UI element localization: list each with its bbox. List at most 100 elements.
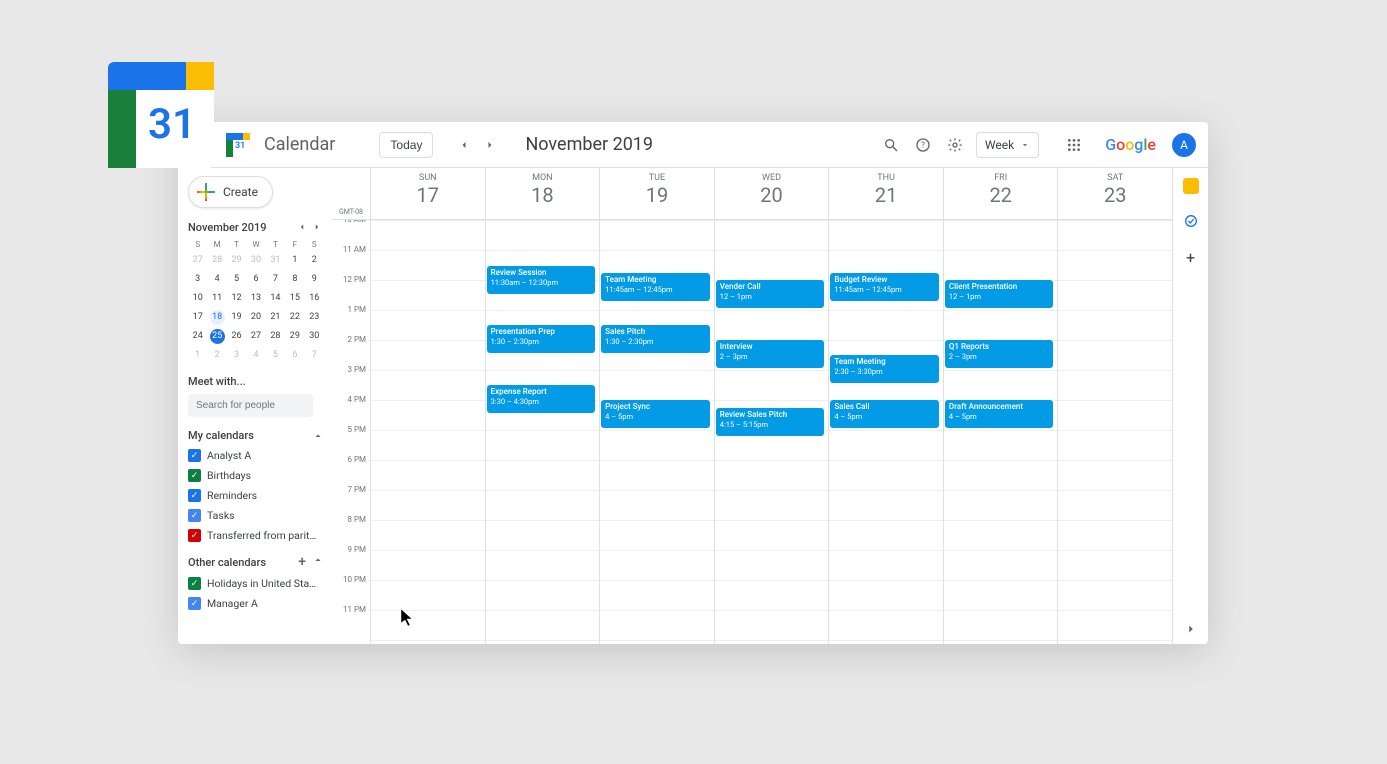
calendar-event[interactable]: Project Sync4 – 5pm xyxy=(601,400,710,428)
mini-day-cell[interactable]: 14 xyxy=(268,291,283,306)
prev-period-button[interactable] xyxy=(453,134,475,156)
settings-gear-icon[interactable] xyxy=(944,134,966,156)
mini-day-cell[interactable]: 7 xyxy=(307,348,322,363)
calendar-event[interactable]: Budget Review11:45am – 12:45pm xyxy=(830,273,939,301)
collapse-my-calendars-icon[interactable] xyxy=(312,430,324,442)
add-other-calendar-icon[interactable]: + xyxy=(298,554,306,570)
mini-day-cell[interactable]: 26 xyxy=(229,329,244,344)
calendar-checkbox[interactable]: ✓ xyxy=(188,489,201,502)
mini-day-cell[interactable]: 28 xyxy=(268,329,283,344)
search-people-input[interactable] xyxy=(188,394,313,417)
mini-day-cell[interactable]: 5 xyxy=(268,348,283,363)
mini-day-cell[interactable]: 15 xyxy=(287,291,302,306)
day-header[interactable]: MON18 xyxy=(485,168,600,219)
collapse-rail-icon[interactable] xyxy=(1184,622,1198,636)
calendar-event[interactable]: Expense Report3:30 – 4:30pm xyxy=(487,385,596,413)
calendar-event[interactable]: Draft Announcement4 – 5pm xyxy=(945,400,1054,428)
mini-day-cell[interactable]: 3 xyxy=(229,348,244,363)
calendar-item[interactable]: ✓Manager A xyxy=(188,597,324,610)
mini-day-cell[interactable]: 1 xyxy=(287,253,302,268)
apps-grid-icon[interactable] xyxy=(1063,134,1085,156)
day-column[interactable]: Team Meeting11:45am – 12:45pm Sales Pitch… xyxy=(599,220,714,644)
mini-day-cell[interactable]: 28 xyxy=(210,253,225,268)
help-icon[interactable]: ? xyxy=(912,134,934,156)
mini-day-cell[interactable]: 29 xyxy=(229,253,244,268)
mini-day-cell[interactable]: 8 xyxy=(287,272,302,287)
calendar-item[interactable]: ✓Analyst A xyxy=(188,449,324,462)
calendar-event[interactable]: Sales Call4 – 5pm xyxy=(830,400,939,428)
mini-day-cell[interactable]: 31 xyxy=(268,253,283,268)
mini-day-cell[interactable]: 20 xyxy=(248,310,263,325)
mini-day-cell[interactable]: 11 xyxy=(210,291,225,306)
next-period-button[interactable] xyxy=(479,134,501,156)
mini-day-cell[interactable]: 3 xyxy=(190,272,205,287)
keep-icon[interactable] xyxy=(1183,178,1199,194)
day-column[interactable]: Review Session11:30am – 12:30pm Presentat… xyxy=(485,220,600,644)
mini-day-cell[interactable]: 21 xyxy=(268,310,283,325)
view-selector[interactable]: Week xyxy=(976,132,1039,158)
mini-day-cell[interactable]: 25 xyxy=(210,329,225,344)
calendar-item[interactable]: ✓Tasks xyxy=(188,509,324,522)
calendar-event[interactable]: Review Session11:30am – 12:30pm xyxy=(487,266,596,294)
mini-day-cell[interactable]: 24 xyxy=(190,329,205,344)
day-column[interactable]: Client Presentation12 – 1pm Q1 Reports2 –… xyxy=(943,220,1058,644)
mini-day-cell[interactable]: 22 xyxy=(287,310,302,325)
create-button[interactable]: Create xyxy=(188,176,273,208)
calendar-item[interactable]: ✓Holidays in United States xyxy=(188,577,324,590)
tasks-icon[interactable] xyxy=(1182,212,1200,230)
calendar-checkbox[interactable]: ✓ xyxy=(188,597,201,610)
mini-day-cell[interactable]: 6 xyxy=(248,272,263,287)
calendar-event[interactable]: Review Sales Pitch4:15 – 5:15pm xyxy=(716,408,825,436)
calendar-item[interactable]: ✓Birthdays xyxy=(188,469,324,482)
day-header[interactable]: SAT23 xyxy=(1057,168,1172,219)
mini-day-cell[interactable]: 16 xyxy=(307,291,322,306)
day-header[interactable]: WED20 xyxy=(714,168,829,219)
today-button[interactable]: Today xyxy=(379,132,433,158)
mini-day-cell[interactable]: 2 xyxy=(210,348,225,363)
mini-day-cell[interactable]: 7 xyxy=(268,272,283,287)
calendar-checkbox[interactable]: ✓ xyxy=(188,577,201,590)
mini-day-cell[interactable]: 27 xyxy=(190,253,205,268)
calendar-event[interactable]: Vender Call12 – 1pm xyxy=(716,280,825,308)
day-column[interactable]: Vender Call12 – 1pmInterview2 – 3pmRevie… xyxy=(714,220,829,644)
mini-day-cell[interactable]: 2 xyxy=(307,253,322,268)
mini-day-cell[interactable]: 10 xyxy=(190,291,205,306)
mini-day-cell[interactable]: 29 xyxy=(287,329,302,344)
mini-day-cell[interactable]: 23 xyxy=(307,310,322,325)
calendar-event[interactable]: Q1 Reports2 – 3pm xyxy=(945,340,1054,368)
calendar-event[interactable]: Team Meeting2:30 – 3:30pm xyxy=(830,355,939,383)
calendar-item[interactable]: ✓Transferred from paritosh... xyxy=(188,529,324,542)
calendar-event[interactable]: Presentation Prep1:30 – 2:30pm xyxy=(487,325,596,353)
mini-day-cell[interactable]: 5 xyxy=(229,272,244,287)
calendar-checkbox[interactable]: ✓ xyxy=(188,449,201,462)
calendar-checkbox[interactable]: ✓ xyxy=(188,509,201,522)
mini-day-cell[interactable]: 4 xyxy=(210,272,225,287)
day-header[interactable]: THU21 xyxy=(828,168,943,219)
mini-day-cell[interactable]: 6 xyxy=(287,348,302,363)
mini-day-cell[interactable]: 17 xyxy=(190,310,205,325)
day-header[interactable]: FRI22 xyxy=(943,168,1058,219)
mini-day-cell[interactable]: 9 xyxy=(307,272,322,287)
day-header[interactable]: TUE19 xyxy=(599,168,714,219)
mini-day-cell[interactable]: 30 xyxy=(248,253,263,268)
day-header[interactable]: SUN17 xyxy=(370,168,485,219)
day-column[interactable]: Budget Review11:45am – 12:45pm Team Meeti… xyxy=(828,220,943,644)
calendar-event[interactable]: Client Presentation12 – 1pm xyxy=(945,280,1054,308)
mini-day-cell[interactable]: 1 xyxy=(190,348,205,363)
mini-day-cell[interactable]: 4 xyxy=(248,348,263,363)
add-addon-icon[interactable]: + xyxy=(1182,248,1200,266)
account-avatar[interactable]: A xyxy=(1172,133,1196,157)
mini-day-cell[interactable]: 18 xyxy=(210,310,225,325)
calendar-event[interactable]: Team Meeting11:45am – 12:45pm xyxy=(601,273,710,301)
calendar-checkbox[interactable]: ✓ xyxy=(188,529,201,542)
mini-prev-month-button[interactable] xyxy=(295,220,309,234)
day-column[interactable] xyxy=(370,220,485,644)
calendar-checkbox[interactable]: ✓ xyxy=(188,469,201,482)
calendar-event[interactable]: Sales Pitch1:30 – 2:30pm xyxy=(601,325,710,353)
search-icon[interactable] xyxy=(880,134,902,156)
mini-day-cell[interactable]: 12 xyxy=(229,291,244,306)
mini-next-month-button[interactable] xyxy=(310,220,324,234)
collapse-other-calendars-icon[interactable] xyxy=(312,554,324,570)
mini-day-cell[interactable]: 13 xyxy=(248,291,263,306)
mini-day-cell[interactable]: 19 xyxy=(229,310,244,325)
